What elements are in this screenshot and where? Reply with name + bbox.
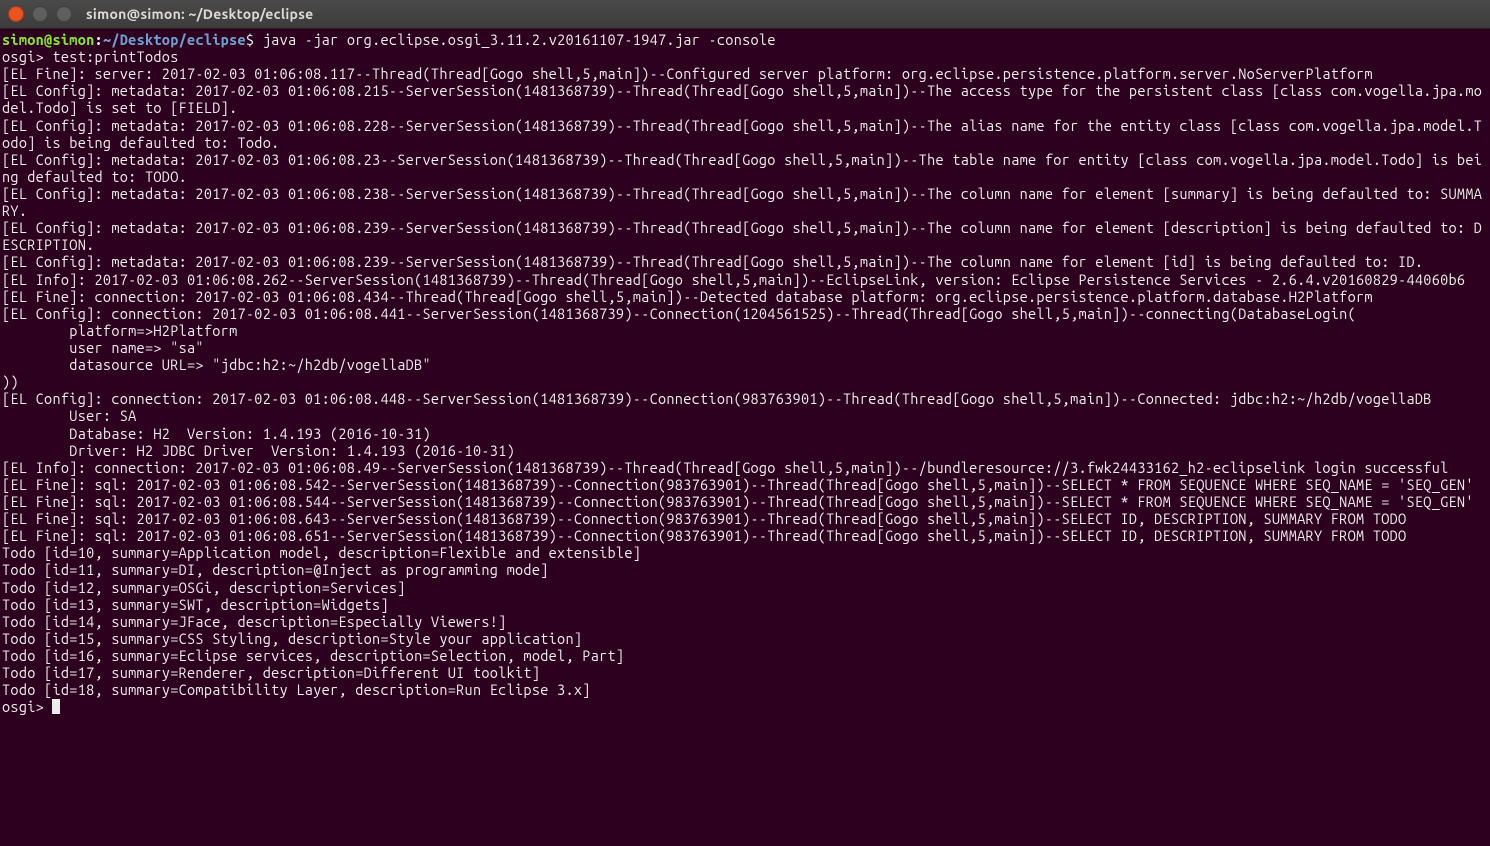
output-line: Todo [id=17, summary=Renderer, descripti… bbox=[2, 664, 540, 681]
output-line: [EL Info]: 2017-02-03 01:06:08.262--Serv… bbox=[2, 271, 1465, 288]
cursor-icon bbox=[52, 699, 60, 714]
output-line: osgi> test:printTodos bbox=[2, 48, 179, 65]
output-line: Todo [id=10, summary=Application model, … bbox=[2, 544, 641, 561]
output-line: datasource URL=> "jdbc:h2:~/h2db/vogella… bbox=[2, 356, 431, 373]
output-line: Todo [id=13, summary=SWT, description=Wi… bbox=[2, 596, 389, 613]
output-line: User: SA bbox=[2, 407, 137, 424]
output-line: [EL Config]: metadata: 2017-02-03 01:06:… bbox=[2, 82, 1482, 116]
output-line: [EL Info]: connection: 2017-02-03 01:06:… bbox=[2, 459, 1449, 476]
command-line: java -jar org.eclipse.osgi_3.11.2.v20161… bbox=[263, 31, 776, 48]
output-line: [EL Config]: connection: 2017-02-03 01:0… bbox=[2, 390, 1432, 407]
output-line: Todo [id=12, summary=OSGi, description=S… bbox=[2, 579, 406, 596]
output-line: platform=>H2Platform bbox=[2, 322, 237, 339]
window-title: simon@simon: ~/Desktop/eclipse bbox=[86, 6, 313, 23]
titlebar: simon@simon: ~/Desktop/eclipse bbox=[0, 0, 1490, 29]
prompt-sep: : bbox=[95, 31, 103, 48]
output-line: [EL Fine]: server: 2017-02-03 01:06:08.1… bbox=[2, 65, 1373, 82]
terminal-output[interactable]: simon@simon:~/Desktop/eclipse$ java -jar… bbox=[2, 31, 1488, 715]
output-line: [EL Fine]: connection: 2017-02-03 01:06:… bbox=[2, 288, 1373, 305]
output-line: Driver: H2 JDBC Driver Version: 1.4.193 … bbox=[2, 442, 515, 459]
output-line: Todo [id=11, summary=DI, description=@In… bbox=[2, 561, 549, 578]
minimize-icon[interactable] bbox=[32, 6, 48, 22]
output-line: [EL Fine]: sql: 2017-02-03 01:06:08.542-… bbox=[2, 476, 1474, 493]
prompt-path: ~/Desktop/eclipse bbox=[103, 31, 246, 48]
output-line: [EL Config]: metadata: 2017-02-03 01:06:… bbox=[2, 117, 1482, 151]
output-line: Todo [id=14, summary=JFace, description=… bbox=[2, 613, 507, 630]
output-line: [EL Fine]: sql: 2017-02-03 01:06:08.651-… bbox=[2, 527, 1406, 544]
maximize-icon[interactable] bbox=[56, 6, 72, 22]
output-line: [EL Config]: metadata: 2017-02-03 01:06:… bbox=[2, 219, 1482, 253]
prompt-userhost: simon@simon bbox=[2, 31, 95, 48]
output-line: [EL Config]: metadata: 2017-02-03 01:06:… bbox=[2, 185, 1482, 219]
output-line: [EL Fine]: sql: 2017-02-03 01:06:08.544-… bbox=[2, 493, 1474, 510]
output-line: [EL Config]: metadata: 2017-02-03 01:06:… bbox=[2, 151, 1482, 185]
output-line: )) bbox=[2, 373, 19, 390]
terminal-body[interactable]: simon@simon:~/Desktop/eclipse$ java -jar… bbox=[0, 29, 1490, 846]
output-line: Database: H2 Version: 1.4.193 (2016-10-3… bbox=[2, 425, 431, 442]
output-line: [EL Config]: metadata: 2017-02-03 01:06:… bbox=[2, 253, 1423, 270]
output-line: user name=> "sa" bbox=[2, 339, 204, 356]
output-line: Todo [id=16, summary=Eclipse services, d… bbox=[2, 647, 624, 664]
output-line: [EL Fine]: sql: 2017-02-03 01:06:08.643-… bbox=[2, 510, 1406, 527]
prompt-dollar: $ bbox=[246, 31, 263, 48]
output-line: [EL Config]: connection: 2017-02-03 01:0… bbox=[2, 305, 1356, 322]
close-icon[interactable] bbox=[8, 6, 24, 22]
terminal-window: simon@simon: ~/Desktop/eclipse simon@sim… bbox=[0, 0, 1490, 846]
output-line: Todo [id=15, summary=CSS Styling, descri… bbox=[2, 630, 582, 647]
output-line: Todo [id=18, summary=Compatibility Layer… bbox=[2, 681, 591, 698]
osgi-prompt: osgi> bbox=[2, 698, 52, 715]
